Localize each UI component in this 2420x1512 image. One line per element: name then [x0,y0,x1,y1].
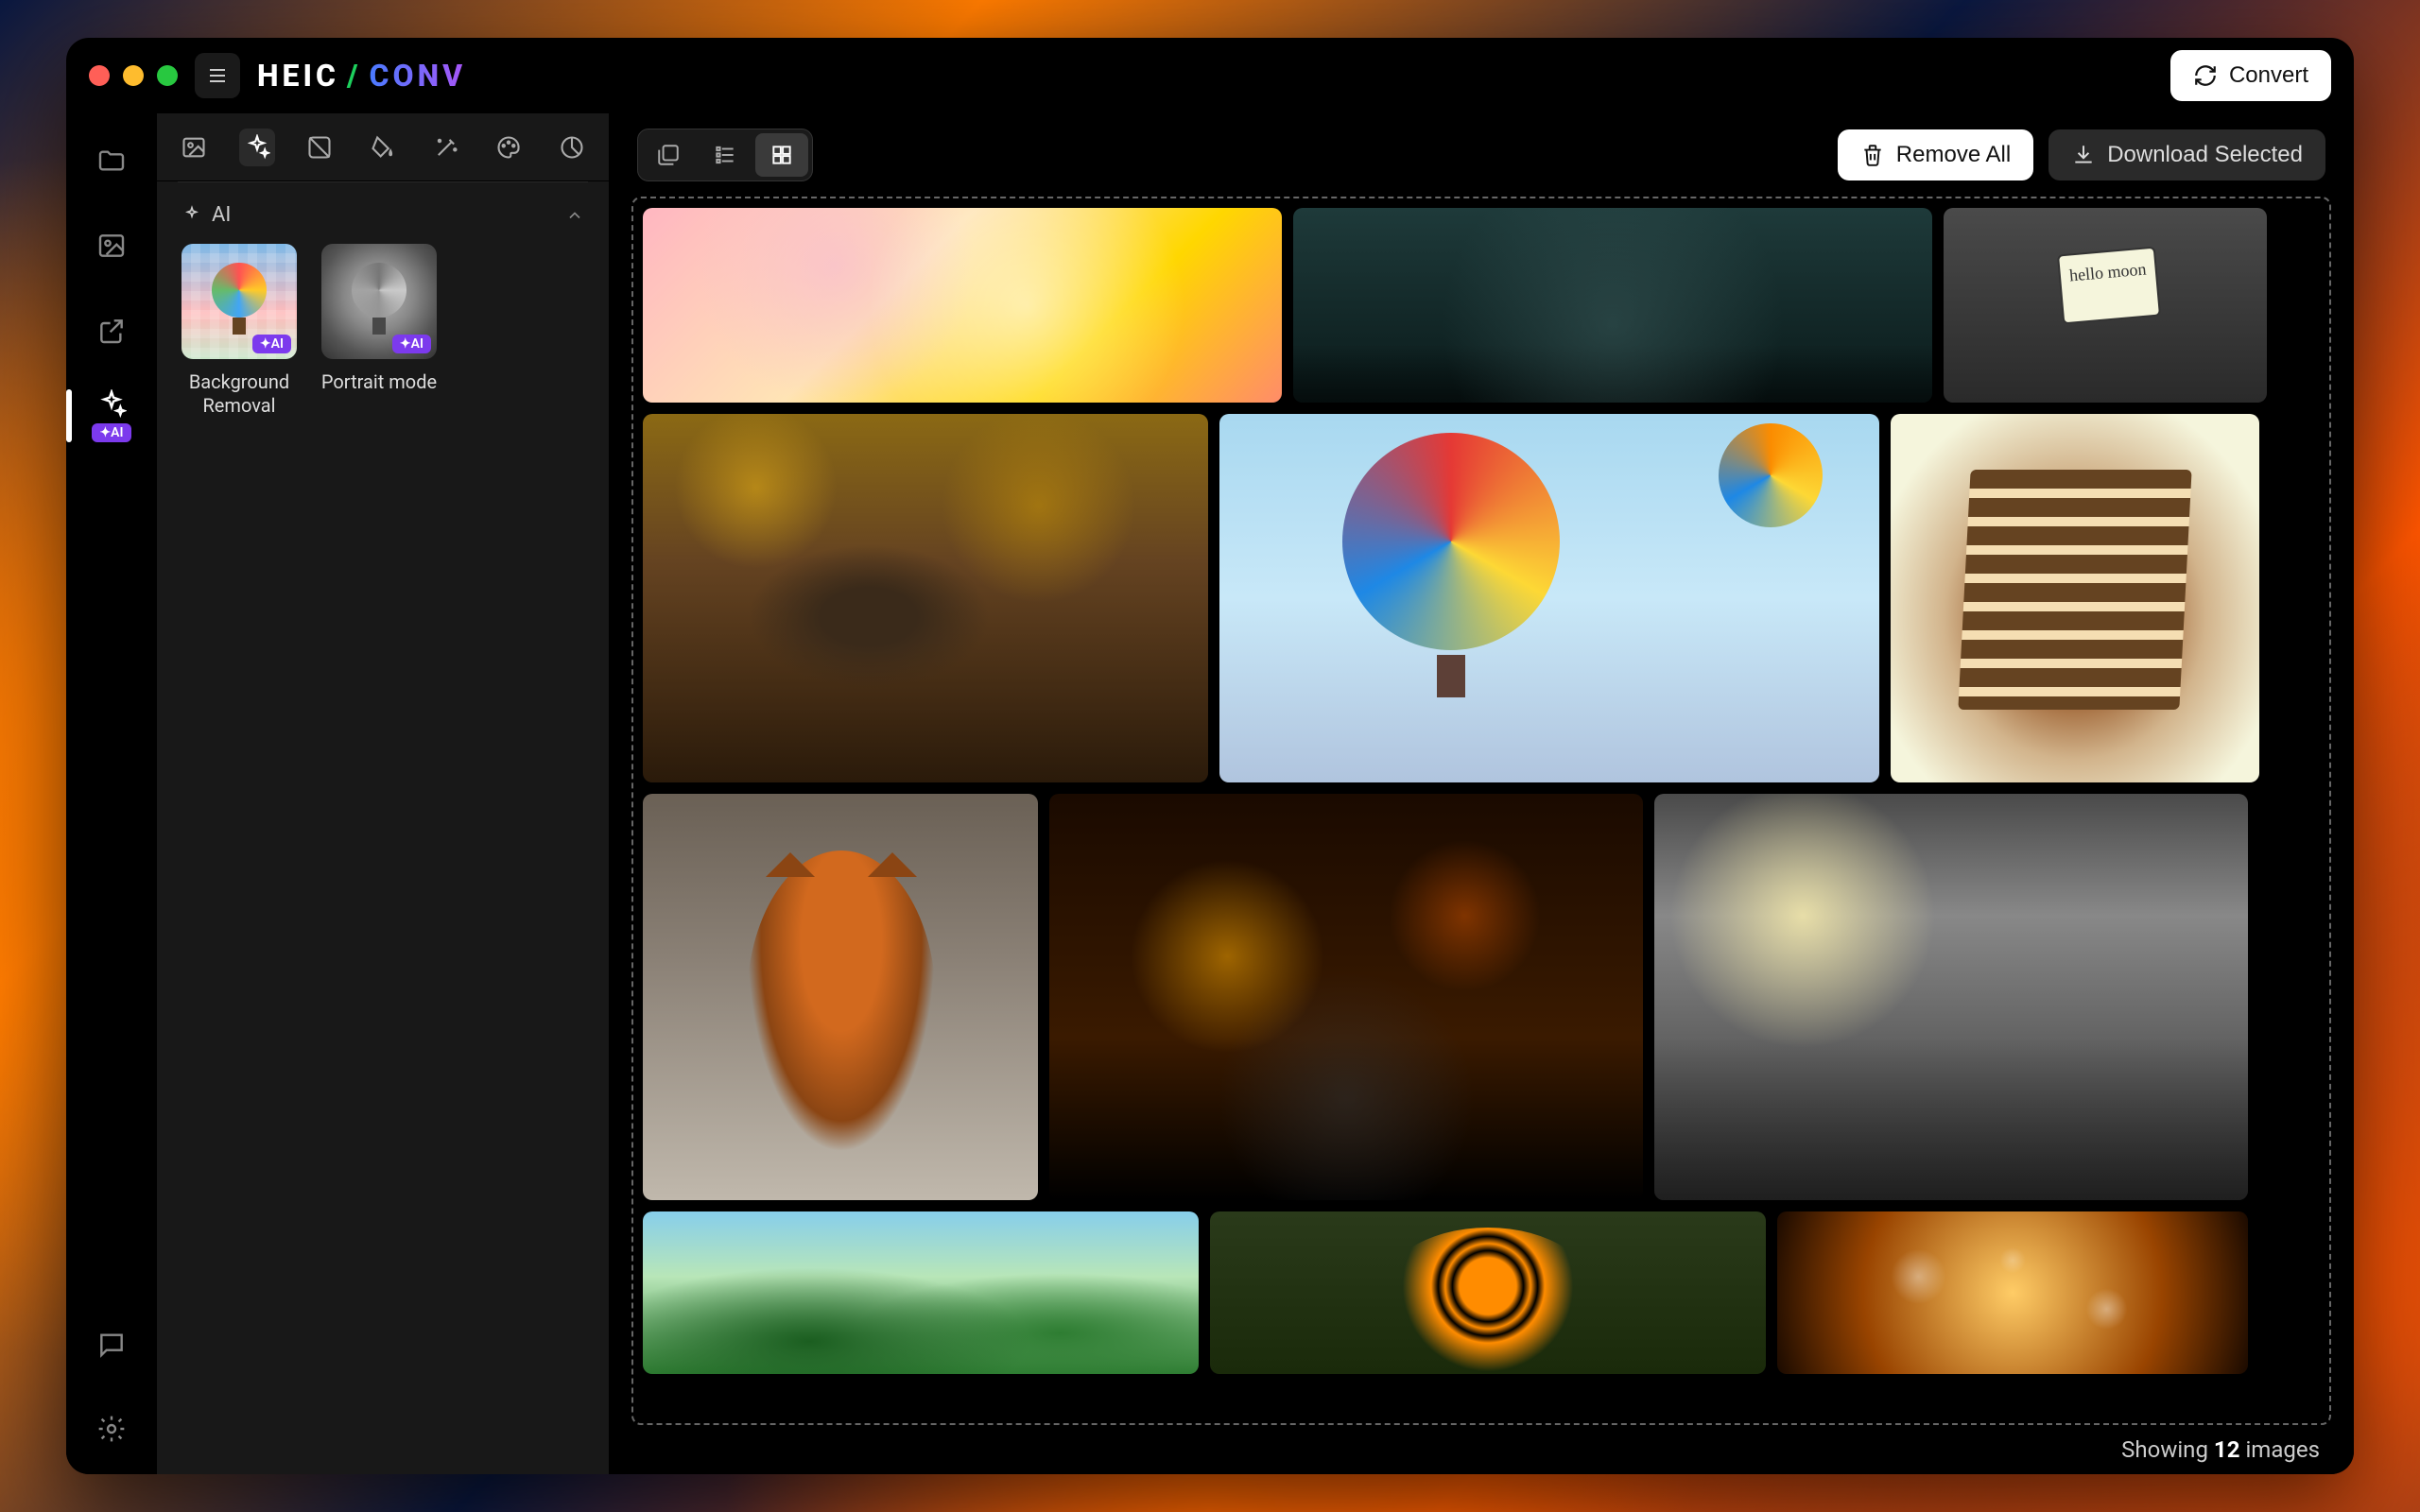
status-bar: Showing 12 images [609,1425,2354,1474]
tool-contrast[interactable] [302,129,338,166]
list-icon [713,143,737,167]
ai-card-label: Background Removal [178,370,301,418]
tool-sparkle[interactable] [239,129,276,166]
tool-pie[interactable] [553,129,590,166]
remove-all-button[interactable]: Remove All [1838,129,2033,180]
logo-heic: HEIC [257,58,339,94]
gallery-image[interactable] [1777,1211,2248,1374]
status-suffix: images [2245,1436,2320,1463]
hamburger-icon [206,64,229,87]
gallery-image[interactable] [1654,794,2248,1200]
view-toggle [637,129,813,181]
nav-rail: ✦AI [66,113,157,1474]
gallery-image[interactable] [643,794,1038,1200]
app-window: HEIC / CONV Convert ✦AI [66,38,2354,1474]
section-header-ai[interactable]: AI [157,182,609,244]
ai-card-portrait-mode[interactable]: ✦AI Portrait mode [318,244,441,418]
side-panel: AI ✦AI Background Removal ✦AI Portra [157,113,609,1474]
rail-ai[interactable]: ✦AI [85,389,138,442]
wand-icon [433,134,459,161]
logo-conv: CONV [370,58,467,94]
image-gallery [643,208,2320,1414]
rail-image[interactable] [85,219,138,272]
section-title: AI [212,203,231,227]
gallery-image[interactable] [643,1211,1199,1374]
download-icon [2071,143,2096,167]
gear-icon [96,1414,127,1444]
trash-icon [1860,143,1885,167]
ai-badge: ✦AI [252,335,291,353]
convert-button-label: Convert [2229,62,2308,89]
remove-all-label: Remove All [1896,142,2011,168]
gallery-image[interactable] [1049,794,1643,1200]
image-icon [181,134,207,161]
status-prefix: Showing [2121,1436,2208,1463]
view-grid-button[interactable] [755,133,808,177]
sparkle-icon [244,134,270,161]
ai-badge: ✦AI [92,423,130,442]
chevron-up-icon [565,206,584,225]
stacked-images-icon [656,143,681,167]
external-link-icon [96,316,127,346]
gallery-dropzone[interactable] [631,197,2331,1425]
view-list-button[interactable] [699,133,752,177]
status-count: 12 [2214,1436,2240,1463]
image-icon [96,231,127,261]
close-window-button[interactable] [89,65,110,86]
ai-thumb-bg-removal: ✦AI [182,244,297,359]
ai-card-background-removal[interactable]: ✦AI Background Removal [178,244,301,418]
chat-icon [96,1329,127,1359]
gallery-image[interactable] [1891,414,2259,782]
main-area: Remove All Download Selected [609,113,2354,1474]
main-toolbar: Remove All Download Selected [609,113,2354,197]
ai-cards: ✦AI Background Removal ✦AI Portrait mode [157,244,609,418]
maximize-window-button[interactable] [157,65,178,86]
gallery-image[interactable] [643,414,1208,782]
rail-export[interactable] [85,304,138,357]
rail-settings[interactable] [85,1402,138,1455]
folder-icon [96,146,127,176]
gallery-image[interactable] [1210,1211,1766,1374]
gallery-image[interactable] [1293,208,1932,403]
sparkle-icon [96,389,127,420]
contrast-icon [306,134,333,161]
tool-image[interactable] [176,129,213,166]
panel-toolbar [157,113,609,181]
minimize-window-button[interactable] [123,65,144,86]
gallery-image[interactable] [643,208,1282,403]
download-selected-button[interactable]: Download Selected [2048,129,2325,180]
refresh-icon [2193,63,2218,88]
app-logo: HEIC / CONV [257,58,466,94]
grid-icon [769,143,794,167]
tool-wand[interactable] [427,129,464,166]
titlebar: HEIC / CONV Convert [66,38,2354,113]
view-stacked-button[interactable] [642,133,695,177]
menu-button[interactable] [195,53,240,98]
palette-icon [495,134,522,161]
convert-button[interactable]: Convert [2170,50,2331,101]
rail-folder[interactable] [85,134,138,187]
ai-card-label: Portrait mode [321,370,437,394]
rail-feedback[interactable] [85,1317,138,1370]
gallery-image[interactable] [1944,208,2267,403]
tool-fill[interactable] [365,129,402,166]
bucket-icon [370,134,396,161]
window-controls [89,65,178,86]
ai-thumb-portrait: ✦AI [321,244,437,359]
tool-palette[interactable] [491,129,527,166]
download-selected-label: Download Selected [2107,142,2303,168]
logo-slash: / [347,58,362,94]
ai-badge: ✦AI [392,335,431,353]
sparkle-icon [182,205,202,226]
pie-icon [559,134,585,161]
gallery-image[interactable] [1219,414,1879,782]
